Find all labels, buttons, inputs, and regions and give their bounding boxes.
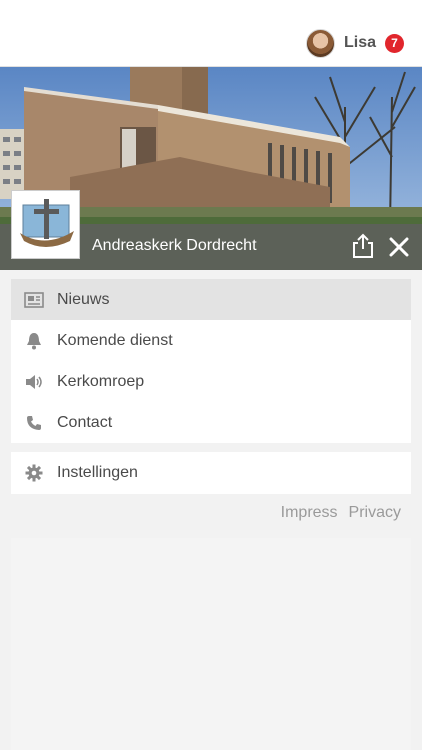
church-name: Andreaskerk Dordrecht: [92, 237, 257, 254]
church-logo: [11, 190, 80, 259]
empty-panel: [11, 538, 411, 750]
gear-icon: [23, 462, 45, 484]
share-button[interactable]: [350, 232, 376, 260]
footer-links: Impress Privacy: [281, 504, 401, 522]
close-button[interactable]: [386, 234, 412, 260]
menu-item-komende-dienst[interactable]: Komende dienst: [11, 320, 411, 361]
menu-item-instellingen[interactable]: Instellingen: [11, 452, 411, 493]
user-profile[interactable]: Lisa 7: [305, 28, 404, 58]
avatar[interactable]: [305, 28, 335, 58]
share-icon: [353, 233, 373, 258]
menu-item-nieuws[interactable]: Nieuws: [11, 279, 411, 320]
privacy-link[interactable]: Privacy: [349, 504, 401, 522]
impress-link[interactable]: Impress: [281, 504, 338, 522]
user-name[interactable]: Lisa: [344, 34, 376, 52]
close-icon: [389, 237, 409, 257]
notification-badge[interactable]: 7: [385, 33, 404, 53]
menu-item-label: Kerkomroep: [57, 372, 145, 390]
menu-item-label: Nieuws: [57, 290, 110, 308]
phone-icon: [23, 412, 45, 434]
top-bar: Lisa 7: [0, 0, 422, 67]
menu-item-label: Komende dienst: [57, 331, 173, 349]
settings-menu: Instellingen: [11, 452, 411, 494]
menu-item-kerkomroep[interactable]: Kerkomroep: [11, 361, 411, 402]
menu-item-contact[interactable]: Contact: [11, 402, 411, 443]
newspaper-icon: [23, 289, 45, 311]
bell-icon: [23, 330, 45, 352]
menu-item-label: Instellingen: [57, 463, 138, 481]
main-menu: Nieuws Komende dienst Kerkomroep Contact: [11, 279, 411, 443]
speaker-icon: [23, 371, 45, 393]
church-logo-icon: [20, 199, 74, 247]
menu-item-label: Contact: [57, 413, 113, 431]
